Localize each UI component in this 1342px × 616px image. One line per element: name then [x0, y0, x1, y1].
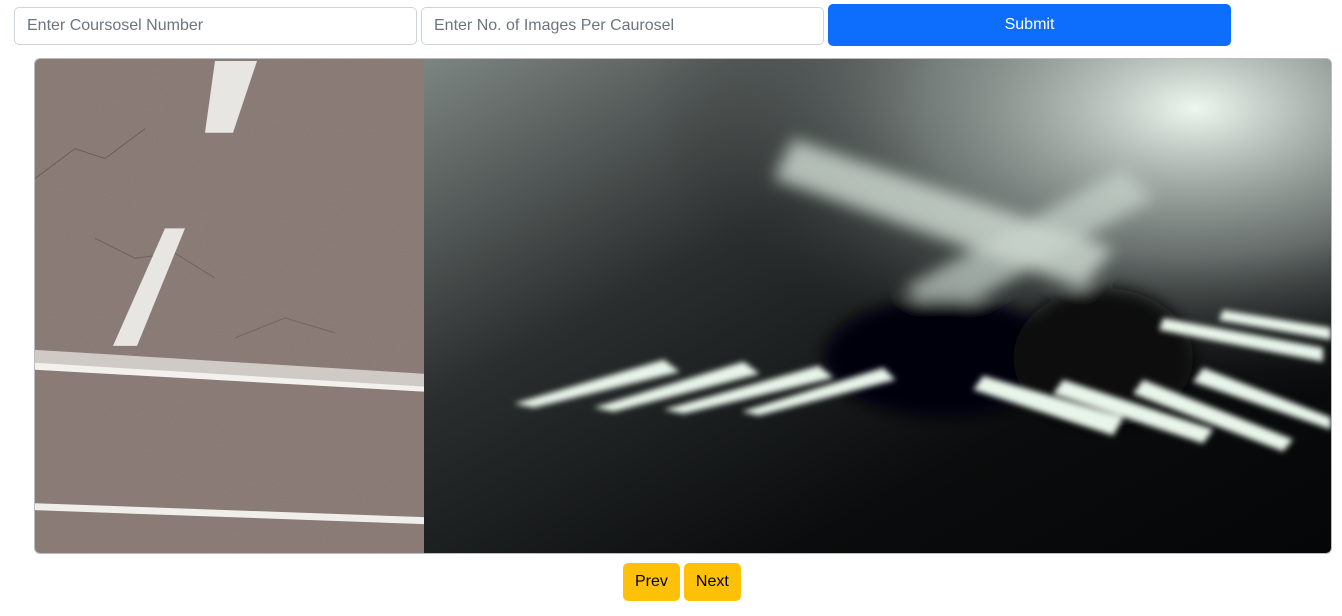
carousel-number-input[interactable] [14, 7, 417, 45]
images-per-carousel-input[interactable] [421, 7, 824, 45]
carousel-config-form: Submit [14, 4, 1231, 46]
carousel-image-forks [424, 59, 1331, 553]
forks-photo [424, 59, 1331, 553]
submit-button[interactable]: Submit [828, 4, 1231, 46]
prev-button[interactable]: Prev [623, 563, 680, 601]
carousel-controls: Prev Next [623, 563, 741, 601]
carousel-image-road [35, 59, 424, 553]
road-photo [35, 59, 424, 553]
image-carousel [34, 58, 1332, 554]
next-button[interactable]: Next [683, 563, 741, 601]
